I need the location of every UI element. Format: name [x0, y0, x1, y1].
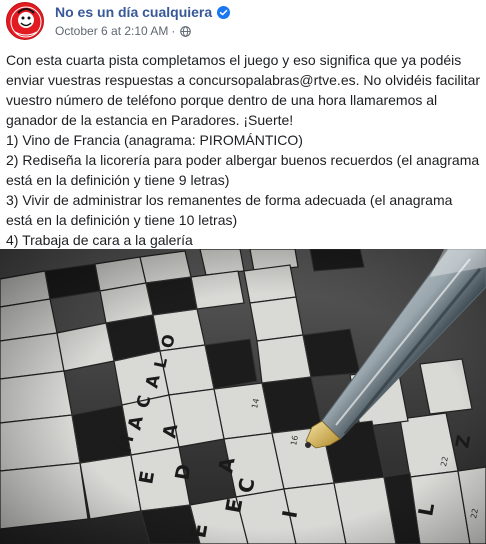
avatar-logo-icon — [7, 3, 43, 39]
post-header: No es un día cualquiera October 6 at 2:1… — [0, 0, 486, 44]
clue-3: 3) Vivir de administrar los remanentes d… — [6, 192, 453, 228]
clue-1: 1) Vino de Francia (anagrama: PIROMÁNTIC… — [6, 132, 303, 148]
clue-2: 2) Rediseña la licorería para poder albe… — [6, 152, 480, 188]
post-timestamp-link[interactable]: October 6 at 2:10 AM — [55, 24, 168, 38]
post-photo[interactable]: M A C A L O D A E C E I L Z R A E 14 16 … — [0, 249, 486, 544]
author-line: No es un día cualquiera — [55, 3, 231, 21]
author-name-link[interactable]: No es un día cualquiera — [55, 4, 212, 20]
post-meta: October 6 at 2:10 AM · — [55, 24, 192, 38]
post-body: Con esta cuarta pista completamos el jue… — [6, 50, 482, 250]
post-paragraph-intro: Con esta cuarta pista completamos el jue… — [6, 52, 481, 128]
verified-badge-icon — [217, 5, 231, 19]
page-avatar[interactable] — [6, 2, 44, 40]
globe-icon[interactable] — [180, 25, 192, 37]
clue-4: 4) Trabaja de cara a la galería — [6, 232, 193, 248]
crossword-photo: M A C A L O D A E C E I L Z R A E 14 16 … — [0, 249, 486, 544]
meta-separator: · — [171, 24, 176, 38]
